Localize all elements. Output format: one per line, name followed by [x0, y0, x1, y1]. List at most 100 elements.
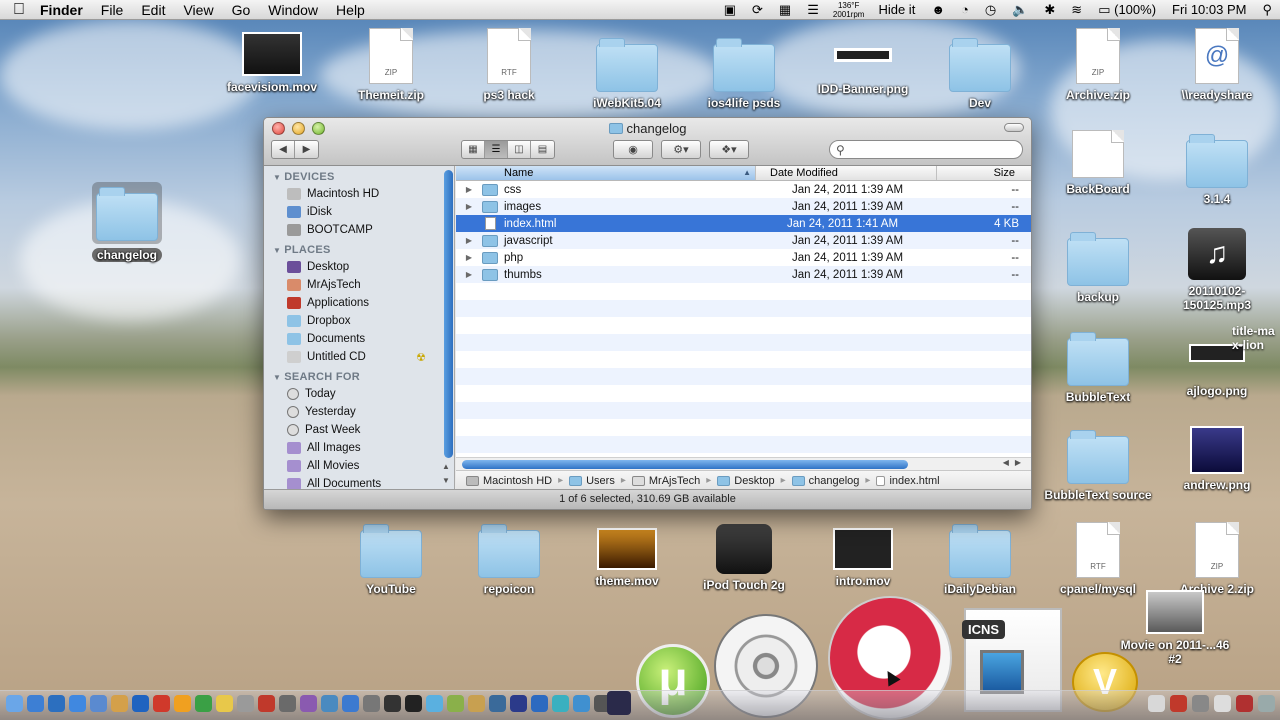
- sidebar-item-dropbox[interactable]: Dropbox: [264, 312, 454, 330]
- app-dock-icon[interactable]: [216, 695, 233, 712]
- after-effects-dock-icon[interactable]: [510, 695, 527, 712]
- sidebar-item-macintosh-hd[interactable]: Macintosh HD: [264, 185, 454, 203]
- desktop-icon-ajlogo[interactable]: ajlogo.png: [1162, 344, 1272, 398]
- table-row[interactable]: ▶ css Jan 24, 2011 1:39 AM --: [456, 181, 1031, 198]
- sync-icon[interactable]: ⟳: [744, 2, 771, 18]
- clock-icon[interactable]: ◷: [977, 2, 1004, 18]
- desktop-icon-andrew[interactable]: andrew.png: [1162, 426, 1272, 492]
- coverflow-view-button[interactable]: ▤: [531, 141, 554, 158]
- action-menu-button[interactable]: ⚙▾: [661, 140, 701, 159]
- desktop-icon-archive-zip[interactable]: ZIP Archive.zip: [1043, 28, 1153, 102]
- app-dock-icon[interactable]: [321, 695, 338, 712]
- sidebar-item-bootcamp[interactable]: BOOTCAMP: [264, 221, 454, 239]
- sidebar-item-all-images[interactable]: All Images: [264, 439, 454, 457]
- wifi-icon[interactable]: ≋: [1063, 2, 1090, 18]
- mail-dock-icon[interactable]: [48, 695, 65, 712]
- sidebar-item-yesterday[interactable]: Yesterday: [264, 403, 454, 421]
- apple-menu-icon[interactable]: : [0, 1, 38, 19]
- disclosure-triangle-icon[interactable]: ▶: [456, 270, 482, 279]
- sidebar-section-devices[interactable]: ▼ DEVICES: [264, 166, 454, 185]
- desktop-icon-archive2-zip[interactable]: ZIP Archive 2.zip: [1162, 522, 1272, 596]
- sidebar-item-applications[interactable]: Applications: [264, 294, 454, 312]
- table-row[interactable]: ▶ images Jan 24, 2011 1:39 AM --: [456, 198, 1031, 215]
- list-view-button[interactable]: ☰: [485, 141, 508, 158]
- dashboard-dock-icon[interactable]: [27, 695, 44, 712]
- column-header-name[interactable]: Name: [456, 166, 756, 180]
- app-dock-icon[interactable]: [552, 695, 569, 712]
- table-row-selected[interactable]: index.html Jan 24, 2011 1:41 AM 4 KB: [456, 215, 1031, 232]
- app-dock-icon[interactable]: [607, 691, 631, 715]
- excel-dock-icon[interactable]: [195, 695, 212, 712]
- desktop-icon-cpanel[interactable]: RTF cpanel/mysql: [1043, 522, 1153, 596]
- app-dock-icon[interactable]: [489, 695, 506, 712]
- hide-it-menu[interactable]: Hide it: [870, 2, 923, 17]
- word-dock-icon[interactable]: [132, 695, 149, 712]
- back-button[interactable]: ◀: [272, 141, 295, 158]
- sidebar-item-past-week[interactable]: Past Week: [264, 421, 454, 439]
- path-item-changelog[interactable]: changelog: [791, 475, 859, 487]
- scroll-arrows-icon[interactable]: ◀▶: [1003, 458, 1027, 467]
- disclosure-triangle-icon[interactable]: ▶: [456, 236, 482, 245]
- desktop-icon-3-1-4[interactable]: 3.1.4: [1162, 134, 1272, 206]
- column-header-date-modified[interactable]: Date Modified: [756, 166, 937, 180]
- camera-icon[interactable]: ▣: [716, 2, 744, 18]
- path-item-mrajstech[interactable]: MrAjsTech: [631, 475, 700, 487]
- search-input[interactable]: ⚲: [829, 140, 1023, 159]
- app-dock-icon[interactable]: [468, 695, 485, 712]
- path-item-users[interactable]: Users: [569, 475, 615, 487]
- time-machine-icon[interactable]: ◔: [953, 2, 977, 17]
- app-dock-icon[interactable]: [363, 695, 380, 712]
- app-dock-icon[interactable]: [1170, 695, 1187, 712]
- scroll-down-icon[interactable]: ▼: [442, 476, 450, 485]
- desktop-icon-idd-banner[interactable]: IDD-Banner.png: [808, 48, 918, 96]
- dropbox-status-icon[interactable]: ▦: [771, 2, 799, 18]
- sidebar-item-idisk[interactable]: iDisk: [264, 203, 454, 221]
- scroll-up-icon[interactable]: ▲: [442, 462, 450, 471]
- desktop-icon-ps3-hack[interactable]: RTF ps3 hack: [454, 28, 564, 102]
- app-dock-icon[interactable]: [300, 695, 317, 712]
- growl-icon[interactable]: ☻: [923, 2, 953, 17]
- desktop-icon-ios4life[interactable]: ios4life psds: [689, 38, 799, 110]
- desktop-icon-idailydebian[interactable]: iDailyDebian: [925, 524, 1035, 596]
- battery-status[interactable]: ▭ (100%): [1090, 2, 1164, 18]
- desktop-icon-themeit-zip[interactable]: ZIP Themeit.zip: [336, 28, 446, 102]
- app-dock-icon[interactable]: [573, 695, 590, 712]
- desktop-icon-youtube[interactable]: YouTube: [336, 524, 446, 596]
- desktop-icon-changelog[interactable]: changelog: [72, 182, 182, 264]
- path-item-index-html[interactable]: index.html: [876, 475, 940, 487]
- app-dock-icon[interactable]: [1214, 695, 1231, 712]
- app-dock-icon[interactable]: [153, 695, 170, 712]
- volume-icon[interactable]: 🔈: [1004, 2, 1036, 18]
- menu-window[interactable]: Window: [259, 2, 327, 18]
- table-row[interactable]: ▶ javascript Jan 24, 2011 1:39 AM --: [456, 232, 1031, 249]
- disclosure-triangle-icon[interactable]: ▶: [456, 185, 482, 194]
- quick-look-button[interactable]: ◉: [613, 140, 653, 159]
- sidebar-item-documents[interactable]: Documents: [264, 330, 454, 348]
- sidebar-item-all-documents[interactable]: All Documents: [264, 475, 454, 490]
- table-row[interactable]: ▶ thumbs Jan 24, 2011 1:39 AM --: [456, 266, 1031, 283]
- desktop-icon-backup[interactable]: backup: [1043, 232, 1153, 304]
- desktop-icon-mp3[interactable]: ♫ 20110102-150125.mp3: [1162, 228, 1272, 312]
- menu-clock[interactable]: Fri 10:03 PM: [1164, 2, 1254, 17]
- photoshop-dock-icon[interactable]: [531, 695, 548, 712]
- desktop-icon-facevisiom[interactable]: facevisiom.mov: [217, 32, 327, 94]
- app-dock-icon[interactable]: [279, 695, 296, 712]
- sidebar-item-untitled-cd[interactable]: Untitled CD ☢: [264, 348, 454, 366]
- menu-edit[interactable]: Edit: [132, 2, 174, 18]
- sidebar-item-desktop[interactable]: Desktop: [264, 258, 454, 276]
- desktop-icon-repoicon[interactable]: repoicon: [454, 524, 564, 596]
- app-dock-icon[interactable]: [258, 695, 275, 712]
- bars-icon[interactable]: ☰: [799, 2, 827, 18]
- sidebar-section-places[interactable]: ▼ PLACES: [264, 239, 454, 258]
- desktop-icon-backboard[interactable]: BackBoard: [1043, 130, 1153, 196]
- ichat-dock-icon[interactable]: [90, 695, 107, 712]
- horizontal-scroll-thumb[interactable]: [462, 460, 908, 469]
- path-item-macintosh-hd[interactable]: Macintosh HD: [466, 475, 552, 487]
- desktop-icon-readyshare[interactable]: @ \\readyshare: [1162, 28, 1272, 102]
- app-dock-icon[interactable]: [1192, 695, 1209, 712]
- temperature-readout[interactable]: 136°F 2001rpm: [827, 1, 871, 19]
- app-dock-icon[interactable]: [426, 695, 443, 712]
- bluetooth-icon[interactable]: ✱: [1036, 2, 1063, 18]
- dropbox-menu-button[interactable]: ❖▾: [709, 140, 749, 159]
- menu-go[interactable]: Go: [223, 2, 260, 18]
